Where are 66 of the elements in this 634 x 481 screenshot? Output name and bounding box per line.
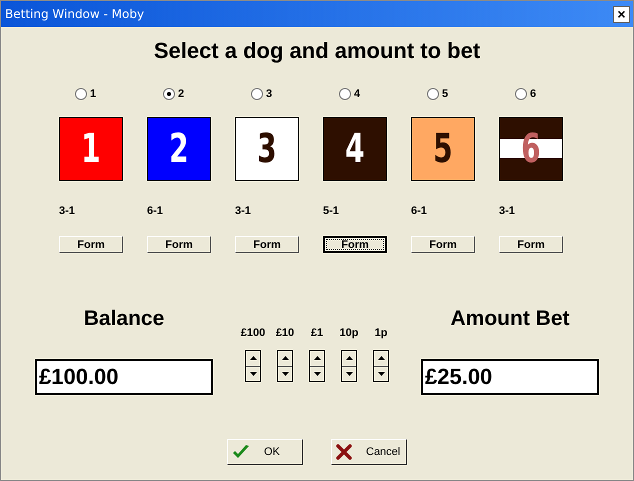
dog-radio[interactable]: 2 xyxy=(163,87,184,101)
form-button[interactable]: Form xyxy=(147,236,211,253)
spin-control[interactable] xyxy=(341,350,357,382)
balance-label: Balance xyxy=(84,307,164,331)
radio-circle[interactable] xyxy=(339,88,351,100)
stepper-label: £10 xyxy=(276,327,294,339)
spin-control[interactable] xyxy=(245,350,261,382)
form-button[interactable]: Form xyxy=(59,236,123,253)
cancel-button[interactable]: Cancel xyxy=(331,439,407,465)
dog-radio[interactable]: 3 xyxy=(251,87,272,101)
radio-circle[interactable] xyxy=(515,88,527,100)
dog-number: 3 xyxy=(257,126,277,172)
odds: 6-1 xyxy=(147,205,163,217)
amount-bet-label: Amount Bet xyxy=(450,307,570,331)
odds: 3-1 xyxy=(235,205,251,217)
ok-button[interactable]: OK xyxy=(227,439,303,465)
form-button[interactable]: Form xyxy=(411,236,475,253)
radio-circle[interactable] xyxy=(251,88,263,100)
radio-label: 6 xyxy=(530,88,536,100)
form-button[interactable]: Form xyxy=(235,236,299,253)
stepper-label: 10p xyxy=(340,327,358,339)
stepper-label: £100 xyxy=(240,327,266,339)
odds: 6-1 xyxy=(411,205,427,217)
spin-control[interactable] xyxy=(309,350,325,382)
spin-control[interactable] xyxy=(277,350,293,382)
radio-label: 5 xyxy=(442,88,448,100)
odds: 3-1 xyxy=(499,205,515,217)
dog-number: 2 xyxy=(169,126,189,172)
spin-control[interactable] xyxy=(373,350,389,382)
up-arrow-icon xyxy=(378,356,384,360)
up-arrow-icon xyxy=(314,356,320,360)
up-arrow-icon xyxy=(346,356,352,360)
stepper-label: £1 xyxy=(310,327,324,339)
form-button[interactable]: Form xyxy=(499,236,563,253)
dog-radio[interactable]: 5 xyxy=(427,87,448,101)
checkmark-icon xyxy=(232,444,250,460)
odds: 5-1 xyxy=(323,205,339,217)
radio-label: 1 xyxy=(90,88,96,100)
down-arrow-icon xyxy=(250,372,256,376)
down-arrow-icon xyxy=(282,372,288,376)
radio-circle[interactable] xyxy=(163,88,175,100)
radio-label: 2 xyxy=(178,88,184,100)
dog-number: 4 xyxy=(345,126,365,172)
odds: 3-1 xyxy=(59,205,75,217)
dog-number: 1 xyxy=(81,126,101,172)
down-arrow-icon xyxy=(346,372,352,376)
dog-radio[interactable]: 1 xyxy=(75,87,96,101)
balance-field[interactable]: £100.00 xyxy=(35,359,213,395)
radio-label: 3 xyxy=(266,88,272,100)
radio-circle[interactable] xyxy=(427,88,439,100)
close-button[interactable]: × xyxy=(613,6,630,22)
form-button[interactable]: Form xyxy=(323,236,387,253)
x-icon xyxy=(336,444,352,460)
up-arrow-icon xyxy=(250,356,256,360)
dog-radio[interactable]: 6 xyxy=(515,87,536,101)
stepper-label: 1p xyxy=(374,327,388,339)
up-arrow-icon xyxy=(282,356,288,360)
amount-bet-field[interactable]: £25.00 xyxy=(421,359,599,395)
radio-label: 4 xyxy=(354,88,360,100)
dog-number: 5 xyxy=(433,126,453,172)
radio-circle[interactable] xyxy=(75,88,87,100)
dog-radio[interactable]: 4 xyxy=(339,87,360,101)
down-arrow-icon xyxy=(314,372,320,376)
heading: Select a dog and amount to bet xyxy=(152,38,482,64)
window-title: Betting Window - Moby xyxy=(5,7,144,21)
down-arrow-icon xyxy=(378,372,384,376)
